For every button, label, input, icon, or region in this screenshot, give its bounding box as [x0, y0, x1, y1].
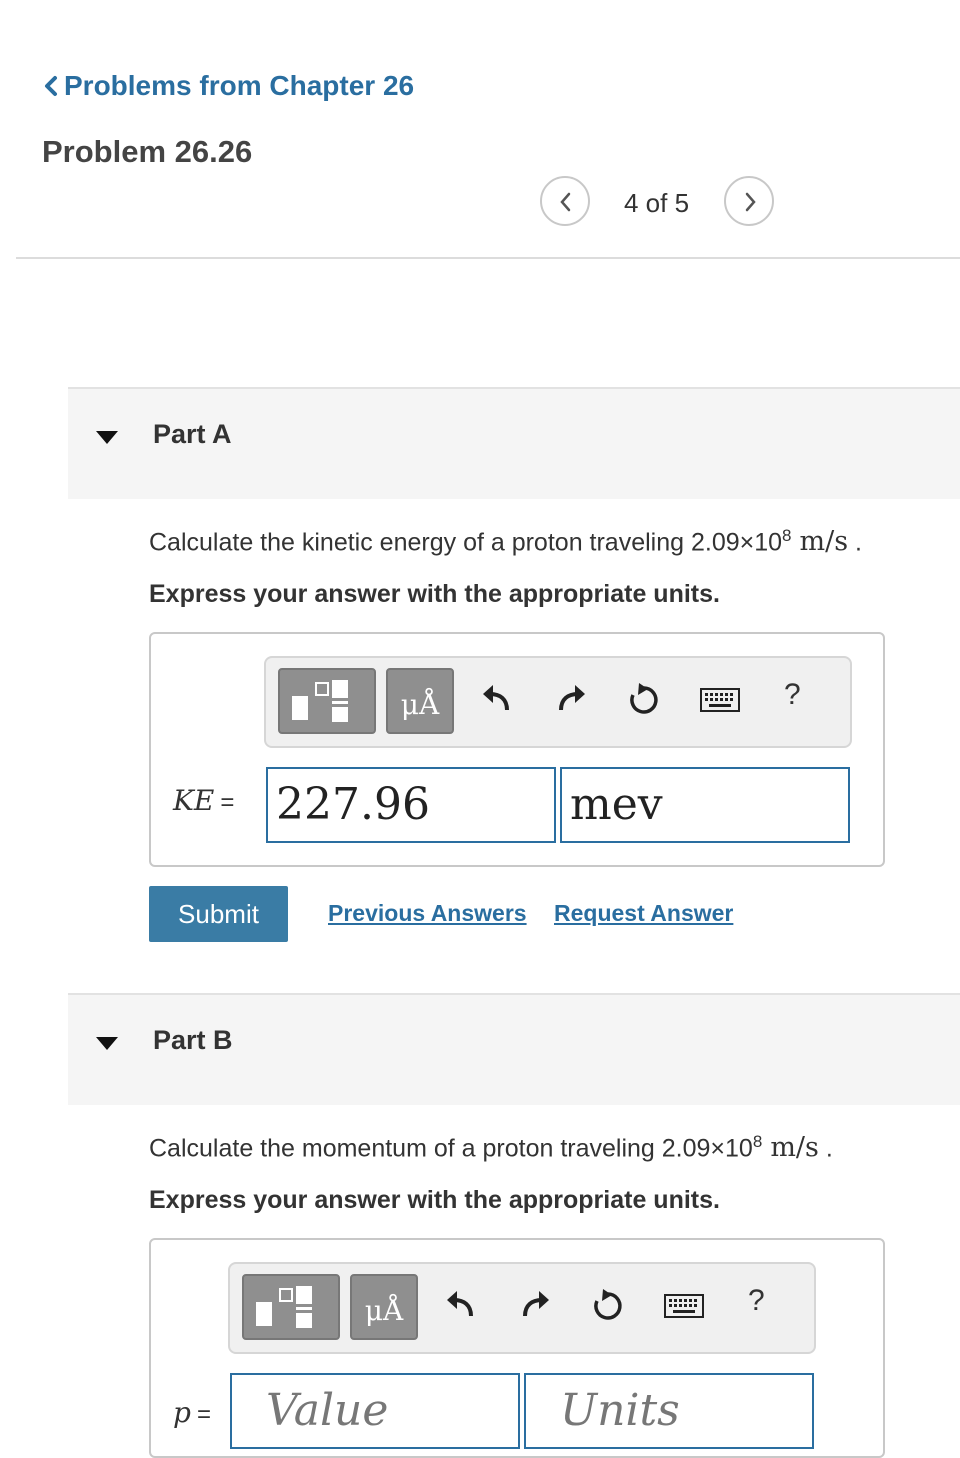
previous-answers-link[interactable]: Previous Answers [328, 900, 527, 927]
part-a-title: Part A [153, 419, 232, 449]
part-b-answer-box: μÅ ? p = Value Units [149, 1238, 885, 1458]
part-b-title: Part B [153, 1025, 233, 1055]
part-a-question: Calculate the kinetic energy of a proton… [149, 526, 862, 557]
unit: m/s [770, 1132, 819, 1164]
value-input[interactable]: Value [230, 1373, 520, 1449]
submit-button[interactable]: Submit [149, 886, 288, 942]
question-text: Calculate the kinetic energy of a proton… [149, 528, 783, 557]
collapse-triangle-icon [96, 431, 118, 444]
symbols-button[interactable]: μÅ [350, 1274, 418, 1340]
redo-icon[interactable] [518, 1288, 552, 1322]
variable-name: p [173, 1396, 191, 1429]
undo-icon[interactable] [444, 1288, 478, 1322]
period: . [825, 1134, 833, 1163]
chevron-left-icon [560, 192, 571, 212]
problem-title: Problem 26.26 [42, 134, 253, 169]
chevron-left-icon [45, 76, 57, 96]
next-problem-button[interactable] [724, 176, 774, 226]
units-input[interactable]: mev [560, 767, 850, 843]
equals-sign: = [220, 789, 235, 816]
chevron-right-icon [745, 192, 756, 212]
reset-icon[interactable] [590, 1288, 626, 1324]
exponent: 8 [782, 526, 792, 545]
question-text: Calculate the momentum of a proton trave… [149, 1134, 753, 1163]
help-button[interactable]: ? [784, 678, 801, 712]
keyboard-icon[interactable] [700, 688, 740, 712]
templates-button[interactable] [242, 1274, 340, 1340]
part-b-question: Calculate the momentum of a proton trave… [149, 1132, 833, 1163]
part-b-header[interactable]: Part B [68, 993, 960, 1105]
math-toolbar: μÅ ? [228, 1262, 816, 1354]
divider [16, 257, 960, 259]
symbols-button[interactable]: μÅ [386, 668, 454, 734]
request-answer-link[interactable]: Request Answer [554, 900, 733, 927]
units-input[interactable]: Units [524, 1373, 814, 1449]
part-a-answer-box: μÅ ? KE = 227.96 mev [149, 632, 885, 867]
equals-sign: = [196, 1401, 211, 1428]
variable-label: p = [173, 1396, 211, 1429]
part-a-instruction: Express your answer with the appropriate… [149, 580, 720, 608]
pager-label: 4 of 5 [624, 188, 690, 218]
collapse-triangle-icon [96, 1037, 118, 1050]
math-toolbar: μÅ ? [264, 656, 852, 748]
part-a-header[interactable]: Part A [68, 387, 960, 499]
templates-icon [256, 1286, 312, 1328]
redo-icon[interactable] [554, 682, 588, 716]
unit: m/s [799, 526, 849, 558]
variable-name: KE [173, 784, 215, 817]
previous-problem-button[interactable] [540, 176, 590, 226]
back-link-label: Problems from Chapter 26 [64, 70, 415, 101]
help-button[interactable]: ? [748, 1284, 765, 1318]
keyboard-icon[interactable] [664, 1294, 704, 1318]
period: . [855, 528, 862, 557]
back-to-chapter-link[interactable]: Problems from Chapter 26 [42, 70, 414, 102]
templates-icon [292, 680, 348, 722]
undo-icon[interactable] [480, 682, 514, 716]
reset-icon[interactable] [626, 682, 662, 718]
exponent: 8 [752, 1132, 763, 1151]
part-b-instruction: Express your answer with the appropriate… [149, 1186, 720, 1214]
problem-pager: 4 of 5 [540, 176, 780, 230]
variable-label: KE = [173, 784, 234, 817]
value-input[interactable]: 227.96 [266, 767, 556, 843]
templates-button[interactable] [278, 668, 376, 734]
